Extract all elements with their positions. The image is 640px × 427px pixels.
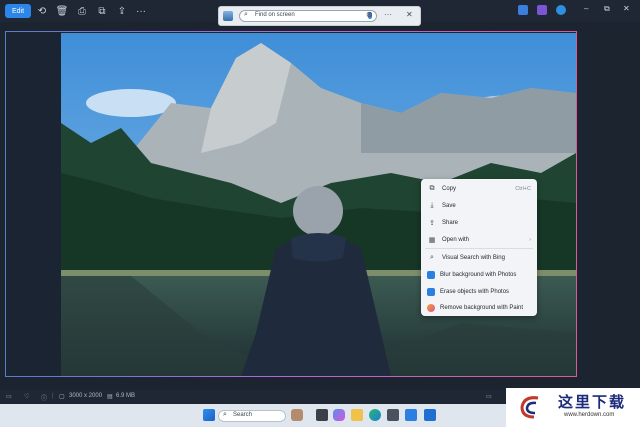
divider: | xyxy=(52,393,54,399)
menu-divider xyxy=(425,248,533,249)
open-with-icon: ▦ xyxy=(428,236,436,244)
copy-icon[interactable]: ⧉ xyxy=(95,4,109,18)
watermark-logo xyxy=(520,396,539,419)
chevron-right-icon: › xyxy=(529,236,531,243)
paint-icon xyxy=(427,303,435,312)
menu-item-copy[interactable]: ⧉ Copy Ctrl+C xyxy=(421,181,537,196)
maximize-icon[interactable]: ⧉ xyxy=(604,4,610,14)
taskbar-search-input[interactable]: ⌕ Search xyxy=(218,410,286,422)
finder-more-icon[interactable]: ··· xyxy=(384,10,392,19)
menu-item-blur-background[interactable]: Blur background with Photos xyxy=(421,267,537,282)
store-icon[interactable] xyxy=(387,409,399,421)
export-icon[interactable]: ⇪ xyxy=(115,4,129,18)
finder-close-icon[interactable]: ✕ xyxy=(406,10,413,19)
copilot-icon[interactable] xyxy=(333,409,345,421)
more-icon[interactable]: ··· xyxy=(134,4,148,18)
print-icon[interactable]: ⎙ xyxy=(75,4,89,18)
menu-item-open-with[interactable]: ▦ Open with › xyxy=(421,232,537,247)
menu-item-save[interactable]: ⤓ Save xyxy=(421,198,537,213)
info-icon[interactable]: ⓘ xyxy=(41,393,47,402)
onedrive-icon[interactable] xyxy=(556,5,566,15)
save-icon: ⤓ xyxy=(430,201,434,209)
photos-icon[interactable] xyxy=(405,409,417,421)
copy-icon: ⧉ xyxy=(429,184,435,192)
search-icon: ⌕ xyxy=(244,11,248,18)
edge-icon[interactable] xyxy=(369,409,381,421)
display-icon[interactable]: ▭ xyxy=(6,393,12,400)
fit-screen-icon[interactable]: ▭ xyxy=(486,393,492,400)
close-window-icon[interactable]: ✕ xyxy=(623,4,630,13)
dimensions-icon: ▢ xyxy=(59,394,65,400)
bing-icon[interactable] xyxy=(518,5,528,15)
widgets-icon[interactable] xyxy=(291,409,303,421)
file-size-icon: ▤ xyxy=(107,394,113,400)
menu-item-erase-objects[interactable]: Erase objects with Photos xyxy=(421,284,537,299)
favorite-icon[interactable]: ♡ xyxy=(24,393,29,400)
rotate-icon[interactable]: ⟲ xyxy=(35,4,49,18)
image-dimensions: 3000 x 2000 xyxy=(69,393,103,399)
snipping-tool-icon[interactable] xyxy=(424,409,436,421)
start-icon[interactable] xyxy=(203,409,215,421)
menu-item-share[interactable]: ⇪ Share xyxy=(421,215,537,230)
photos-icon xyxy=(427,270,435,279)
lens-icon[interactable]: ⊛ xyxy=(366,10,373,19)
watermark: 这里下载 www.herdown.com xyxy=(506,388,640,427)
delete-icon[interactable]: 🗑 xyxy=(55,4,69,18)
search-icon: ⌕ xyxy=(223,411,227,418)
share-icon: ⇪ xyxy=(429,219,435,227)
task-view-icon[interactable] xyxy=(316,409,328,421)
file-explorer-icon[interactable] xyxy=(351,409,363,421)
screenshot-thumbnail-icon xyxy=(223,11,233,21)
menu-item-visual-search[interactable]: ⌕ Visual Search with Bing xyxy=(421,250,537,265)
context-menu: ⧉ Copy Ctrl+C ⤓ Save ⇪ Share ▦ Open with… xyxy=(421,179,537,316)
top-toolbar: Edit ⟲ 🗑 ⎙ ⧉ ⇪ ··· ⌕ Find on screen ⊛ ··… xyxy=(0,0,640,26)
visual-search-icon: ⌕ xyxy=(430,253,434,261)
find-on-screen-input[interactable]: ⌕ Find on screen xyxy=(239,10,377,22)
find-on-screen-bar: ⌕ Find on screen ⊛ ··· ✕ xyxy=(218,6,421,26)
minimize-icon[interactable]: – xyxy=(584,4,588,13)
menu-item-remove-background[interactable]: Remove background with Paint xyxy=(421,300,537,315)
designer-icon[interactable] xyxy=(537,5,547,15)
photos-icon xyxy=(427,287,435,296)
edit-button[interactable]: Edit xyxy=(5,4,31,18)
file-size: 6.9 MB xyxy=(116,393,136,399)
